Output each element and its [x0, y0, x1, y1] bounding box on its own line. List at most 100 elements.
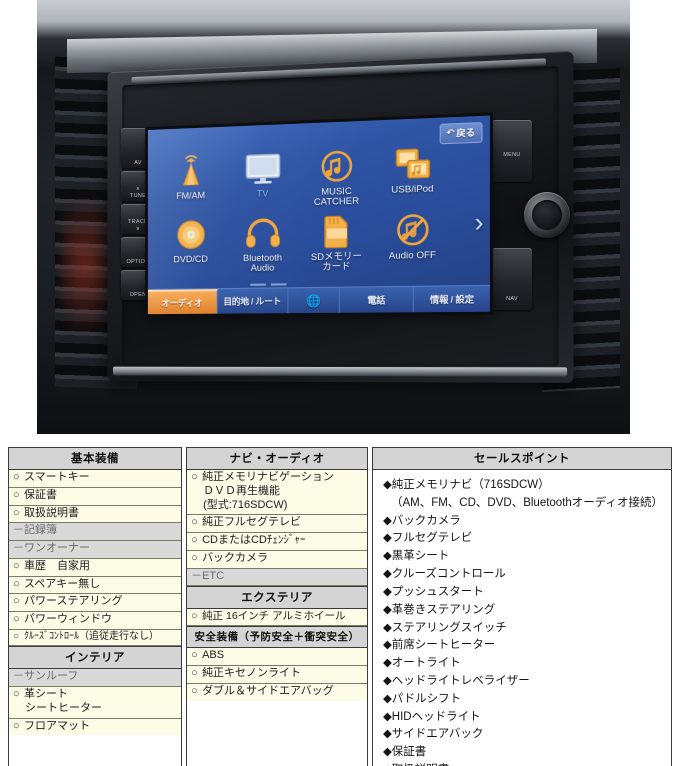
table-row: ○ 保証書 [9, 487, 182, 506]
row-mark: ○ [191, 649, 198, 662]
row-label: サンルーフ [24, 670, 79, 683]
app-label-bluetooth-audio: Bluetooth Audio [243, 252, 283, 274]
table-row: ○ スペアキー無し [9, 576, 182, 595]
row-mark: － [13, 670, 24, 683]
table-row: ○ 取扱説明書 [9, 505, 182, 524]
column-basic-equipment: 基本装備 ○ スマートキー ○ 保証書 ○ 取扱説明書 －記録簿 －ワンオーナー ○ 車… [8, 447, 183, 766]
app-label-dvd-cd: DVD/CD [173, 253, 208, 266]
row-label: 純正 16インチ アルミホイール [202, 610, 346, 623]
list-item: ◆クルーズコントロール [382, 568, 506, 581]
sd-card-icon [322, 211, 350, 252]
table-row: －記録簿 [9, 523, 182, 541]
row-label: バックカメラ [202, 551, 269, 564]
row-label: 純正メモリナビゲーション [202, 471, 334, 483]
tab-destination-route[interactable]: 目的地 / ルート [217, 288, 289, 314]
table-row: ○ バックカメラ [187, 550, 367, 569]
row-mark: － [191, 569, 203, 582]
app-label-fm-am: FM/AM [176, 190, 206, 202]
table-row: ○ ダブル＆サイドエアバッグ [187, 683, 367, 701]
app-tile-sd-card[interactable]: SDメモリー カード [299, 208, 374, 273]
tab-audio[interactable]: オーディオ [147, 289, 218, 315]
button-menu[interactable]: MENU [492, 120, 532, 182]
chrome-accent-bottom [112, 366, 568, 377]
row-label: ｸﾙｰｽﾞｺﾝﾄﾛｰﾙ（追従走行なし） [24, 630, 159, 642]
button-nav[interactable]: NAV [492, 248, 532, 310]
globe-icon: 🌐 [306, 293, 321, 308]
row-label: スペアキー無し [24, 577, 101, 590]
row-mark: ○ [13, 471, 20, 483]
table-row: ○ CDまたはCDﾁｪﾝｼﾞｬｰ [187, 533, 367, 551]
row-mark: ○ [13, 559, 20, 572]
row-mark: ○ [13, 595, 20, 608]
row-label-model: (型式:716SDCW) [203, 498, 288, 511]
list-item: ◆HIDヘッドライト [382, 710, 481, 723]
button-track-down-label: TRACK ∨ [127, 219, 149, 232]
list-item: ◆革巻きステアリング [382, 603, 496, 616]
row-mark: ○ [191, 516, 198, 529]
app-label-tv: TV [256, 188, 269, 200]
table-row: ○ 革シート シートヒーター [9, 687, 182, 719]
app-label-sd-card: SDメモリー カード [310, 251, 363, 273]
row-label: 保証書 [24, 488, 57, 501]
app-tile-bluetooth-audio[interactable]: Bluetooth Audio [226, 210, 299, 274]
column-sales-points: セールスポイント ◆純正メモリナビ（716SDCW） （AM、FM、CD、DVD… [371, 447, 672, 766]
disc-icon [175, 215, 207, 255]
usb-media-icon [393, 143, 432, 185]
header-sales-points: セールスポイント [372, 448, 671, 470]
tab-destination-route-label: 目的地 / ルート [223, 296, 282, 307]
row-label: 純正フルセグテレビ [202, 516, 302, 529]
next-page-arrow-icon[interactable]: › [474, 207, 483, 239]
button-menu-label: MENU [503, 151, 521, 158]
table-row: ○ 車歴 自家用 [9, 558, 182, 577]
table-row: ○ パワーステアリング [9, 594, 182, 612]
row-label: 車歴 自家用 [24, 559, 90, 572]
list-item: ◆黒革シート [382, 550, 450, 563]
row-mark: － [13, 524, 24, 537]
row-mark: － [13, 542, 24, 554]
list-item: ◆バックカメラ [382, 514, 461, 527]
row-label: 純正キセノンライト [202, 667, 302, 680]
row-mark: ○ [13, 577, 20, 590]
row-label: ABS [202, 649, 225, 662]
header-safety-equipment: 安全装備（予防安全＋衝突安全） [187, 626, 367, 649]
app-label-audio-off: Audio OFF [388, 249, 437, 262]
audio-off-icon [395, 209, 430, 251]
app-tile-usb-ipod[interactable]: USB/iPod [374, 140, 451, 207]
row-mark: ○ [13, 630, 20, 642]
app-label-music-catcher: MUSIC CATCHER [313, 185, 360, 208]
sales-points-list: ◆純正メモリナビ（716SDCW） （AM、FM、CD、DVD、Bluetoot… [372, 470, 671, 766]
list-item: ◆保証書 [382, 746, 427, 759]
app-tile-fm-am[interactable]: FM/AM [155, 148, 226, 212]
table-row: ○ スマートキー [9, 470, 182, 488]
column-nav-audio: ナビ・オーディオ ○ 純正メモリナビゲーション ＤＶＤ再生機能 (型式:716SD… [186, 447, 368, 766]
rotary-volume-knob[interactable] [524, 192, 570, 238]
row-label: 取扱説明書 [24, 506, 79, 519]
app-label-usb-ipod: USB/iPod [391, 183, 434, 196]
header-basic-equipment: 基本装備 [9, 448, 182, 470]
row-mark: ○ [191, 471, 198, 483]
table-row: ○ ABS [187, 648, 367, 667]
row-mark: ○ [13, 613, 20, 625]
page-dot [270, 283, 287, 286]
page-dot [250, 283, 266, 286]
tab-info-settings[interactable]: 情報 / 設定 [414, 286, 490, 312]
row-mark: ○ [191, 684, 198, 697]
app-tile-tv[interactable]: TV [226, 146, 299, 211]
list-item: ◆ヘッドライトレベライザー [382, 674, 530, 687]
header-nav-audio: ナビ・オーディオ [187, 448, 367, 470]
antenna-icon [176, 151, 204, 191]
row-mark: ○ [13, 506, 20, 519]
navigation-touchscreen[interactable]: ↶ 戻る FM/AM TV MUSIC CATCHER USB/iPod DVD… [147, 115, 490, 315]
screen-tabbar: オーディオ 目的地 / ルート 🌐 電話 情報 / 設定 [147, 284, 490, 315]
row-label: 革シート [24, 688, 68, 700]
list-item: ◆オートライト [382, 657, 461, 670]
tab-phone[interactable]: 電話 [339, 286, 415, 313]
tab-globe[interactable]: 🌐 [288, 287, 340, 314]
app-tile-audio-off[interactable]: Audio OFF [374, 206, 451, 272]
button-tune-up-label: ∧ TUNE [129, 186, 147, 199]
app-tile-dvd-cd[interactable]: DVD/CD [155, 212, 226, 275]
tab-info-settings-label: 情報 / 設定 [429, 294, 474, 306]
list-item: ◆前席シートヒーター [382, 639, 496, 652]
table-row: ○ 純正キセノンライト [187, 666, 367, 684]
app-tile-music-catcher[interactable]: MUSIC CATCHER [299, 143, 374, 209]
